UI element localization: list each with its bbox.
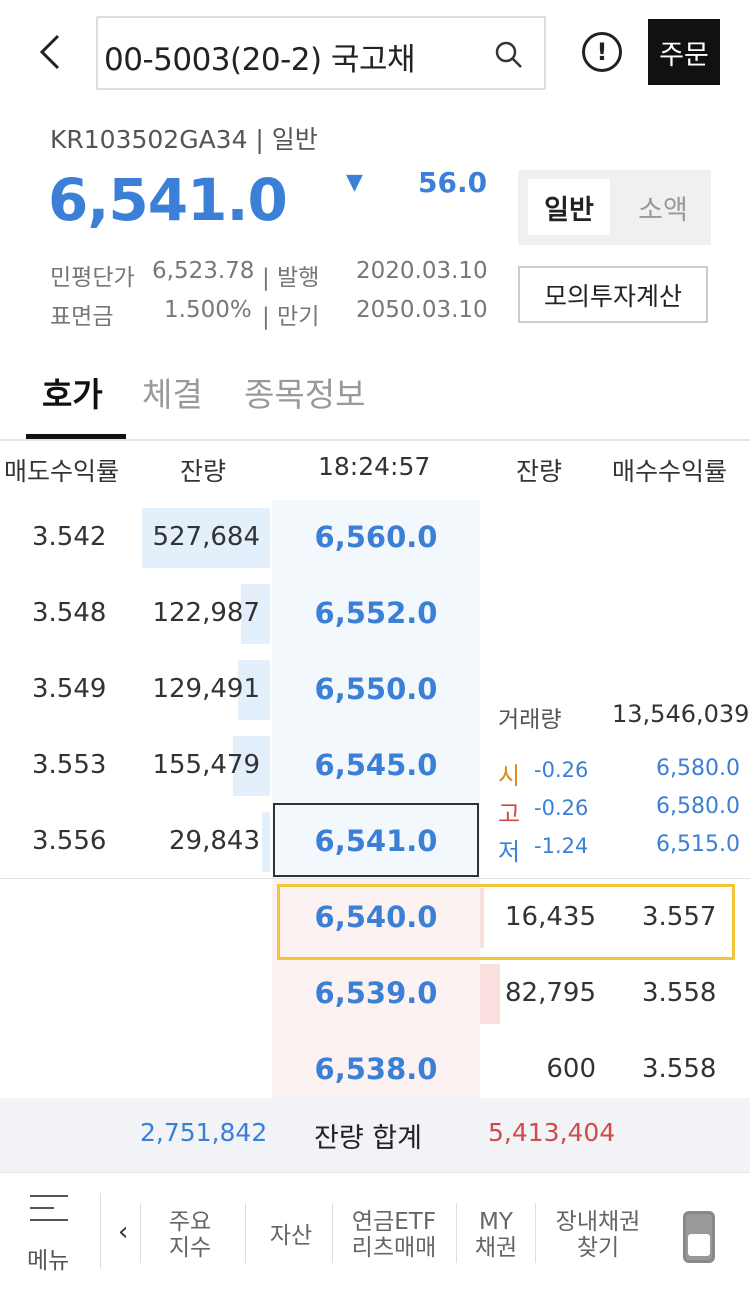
price-change: 56.0 [418,166,488,199]
ask-price[interactable]: 6,545.0 [272,748,480,782]
menu-icon[interactable] [30,1195,68,1223]
high-price: 6,580.0 [656,794,740,819]
bond-code: KR103502GA34 | 일반 [50,125,318,154]
coupon-value: 1.500% [164,297,252,323]
search-text: 00-5003(20-2) 국고채 [104,42,415,78]
top-bar: 00-5003(20-2) 국고채 ! 주문 [0,0,750,105]
nav-item-line2: 지수 [168,1235,212,1261]
nav-item-line1: 주요 [168,1209,212,1235]
high-label: 고 [498,800,521,828]
tab-info[interactable]: 종목정보 [244,368,365,416]
volume-label: 거래량 [498,707,562,733]
toggle-small[interactable]: 소액 [622,179,704,235]
ask-total: 2,751,842 [140,1118,268,1147]
highlighted-bid-row [277,884,735,960]
bottom-nav-item[interactable]: 자산 [262,1223,320,1249]
bid-price[interactable]: 6,539.0 [272,976,480,1010]
tab-trades[interactable]: 체결 [142,368,203,416]
ask-qty: 527,684 [152,522,260,552]
current-price: 6,541.0 [48,166,288,234]
ask-qty: 129,491 [152,674,260,704]
ask-price[interactable]: 6,550.0 [272,672,480,706]
current-price-box [273,803,479,877]
unit-toggle: 일반 소액 [518,170,711,245]
bid-row[interactable]: 6,538.0 600 3.558 [0,1032,750,1108]
header-bid-qty: 잔량 [516,457,563,486]
totals-label: 잔량 합계 [314,1123,422,1154]
ask-row[interactable]: 3.548 122,987 6,552.0 [0,576,750,652]
volume-value: 13,546,039 [612,700,750,728]
mock-invest-calc-button[interactable]: 모의투자계산 [518,266,708,323]
coupon-label: 표면금 [50,304,114,330]
ask-qty-bar [262,812,270,872]
bottom-nav-item[interactable]: 주요 지수 [152,1209,228,1261]
low-label: 저 [498,838,521,866]
alert-icon[interactable]: ! [582,32,622,72]
bid-yield: 3.558 [642,1054,717,1084]
ask-yield: 3.553 [32,750,107,780]
open-price: 6,580.0 [656,756,740,781]
maturity-date: 2050.03.10 [356,297,488,323]
header-bid-yield: 매수수익률 [612,457,728,486]
menu-label[interactable]: 메뉴 [27,1241,69,1275]
ask-qty: 122,987 [152,598,260,628]
header-time: 18:24:57 [318,452,431,481]
maturity-label: | 만기 [262,304,320,330]
issue-label: | 발행 [262,265,320,291]
bid-row[interactable]: 6,539.0 82,795 3.558 [0,956,750,1032]
nav-item-line1: 자산 [269,1223,313,1249]
bid-qty: 600 [546,1054,596,1084]
eval-label: 민평단가 [50,265,135,291]
header-ask-yield: 매도수익률 [4,457,120,486]
back-icon[interactable] [30,30,70,74]
order-button[interactable]: 주문 [648,19,720,85]
phone-icon[interactable] [683,1211,715,1263]
low-price: 6,515.0 [656,832,740,857]
down-arrow-icon: ▼ [346,170,363,195]
nav-item-line1: MY [479,1209,513,1235]
bid-qty: 82,795 [505,978,596,1008]
search-input[interactable]: 00-5003(20-2) 국고채 [96,16,546,90]
bid-total: 5,413,404 [488,1118,616,1147]
ask-row[interactable]: 3.542 527,684 6,560.0 [0,500,750,576]
nav-item-line1: 장내채권 [555,1209,641,1235]
open-change: -0.26 [534,758,589,782]
chevron-left-icon[interactable]: ‹ [118,1217,128,1247]
nav-item-line2: 리츠매매 [351,1235,437,1261]
bottom-nav-item[interactable]: 장내채권 찾기 [546,1209,650,1261]
nav-item-line1: 연금ETF [351,1209,437,1235]
eval-value: 6,523.78 [152,258,255,284]
bottom-nav-item[interactable]: MY 채권 [468,1209,524,1261]
ask-yield: 3.548 [32,598,107,628]
ask-yield: 3.549 [32,674,107,704]
nav-item-line2: 찾기 [576,1235,620,1261]
search-icon[interactable] [494,40,524,70]
ask-price[interactable]: 6,552.0 [272,596,480,630]
ask-yield: 3.556 [32,826,107,856]
ask-qty: 155,479 [152,750,260,780]
tab-quote[interactable]: 호가 [42,368,103,416]
ask-yield: 3.542 [32,522,107,552]
bid-yield: 3.558 [642,978,717,1008]
bottom-nav: 메뉴 ‹ 주요 지수 자산 연금ETF 리츠매매 MY 채권 장내채권 찾기 [0,1172,750,1297]
totals-row: 2,751,842 잔량 합계 5,413,404 [0,1098,750,1172]
bottom-nav-item[interactable]: 연금ETF 리츠매매 [344,1209,444,1261]
bid-price[interactable]: 6,538.0 [272,1052,480,1086]
high-change: -0.26 [534,796,589,820]
low-change: -1.24 [534,834,589,858]
issue-date: 2020.03.10 [356,258,488,284]
ask-price[interactable]: 6,560.0 [272,520,480,554]
nav-item-line2: 채권 [474,1235,518,1261]
toggle-general[interactable]: 일반 [528,179,610,235]
open-label: 시 [498,762,521,790]
header-ask-qty: 잔량 [180,457,227,486]
ask-qty: 29,843 [169,826,260,856]
